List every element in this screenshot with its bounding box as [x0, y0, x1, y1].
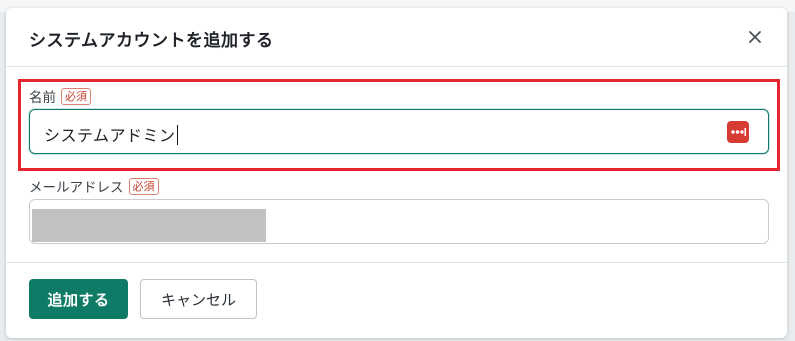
name-input[interactable]: システムアドミン [29, 109, 769, 154]
redacted-email-value [32, 209, 266, 242]
close-button[interactable] [742, 24, 768, 50]
dots-icon [731, 128, 746, 136]
add-system-account-dialog: システムアカウントを追加する 名前 必須 システムアドミン メールアドレス 必須 [6, 8, 787, 338]
email-label-text: メールアドレス [29, 180, 124, 196]
email-field-label: メールアドレス 必須 [29, 176, 159, 196]
close-icon [749, 31, 761, 43]
dialog-title: システムアカウントを追加する [29, 31, 274, 51]
name-field-label: 名前 必須 [29, 86, 91, 106]
dialog-header: システムアカウントを追加する [6, 8, 787, 67]
required-badge: 必須 [128, 177, 159, 195]
email-input[interactable] [29, 199, 769, 244]
password-manager-icon[interactable] [727, 121, 749, 143]
text-caret [176, 125, 179, 145]
footer-divider [6, 262, 787, 263]
cancel-button[interactable]: キャンセル [140, 279, 257, 319]
name-label-text: 名前 [29, 90, 56, 106]
add-button[interactable]: 追加する [29, 279, 128, 319]
required-badge: 必須 [61, 87, 91, 105]
name-input-value: システムアドミン [44, 122, 179, 146]
